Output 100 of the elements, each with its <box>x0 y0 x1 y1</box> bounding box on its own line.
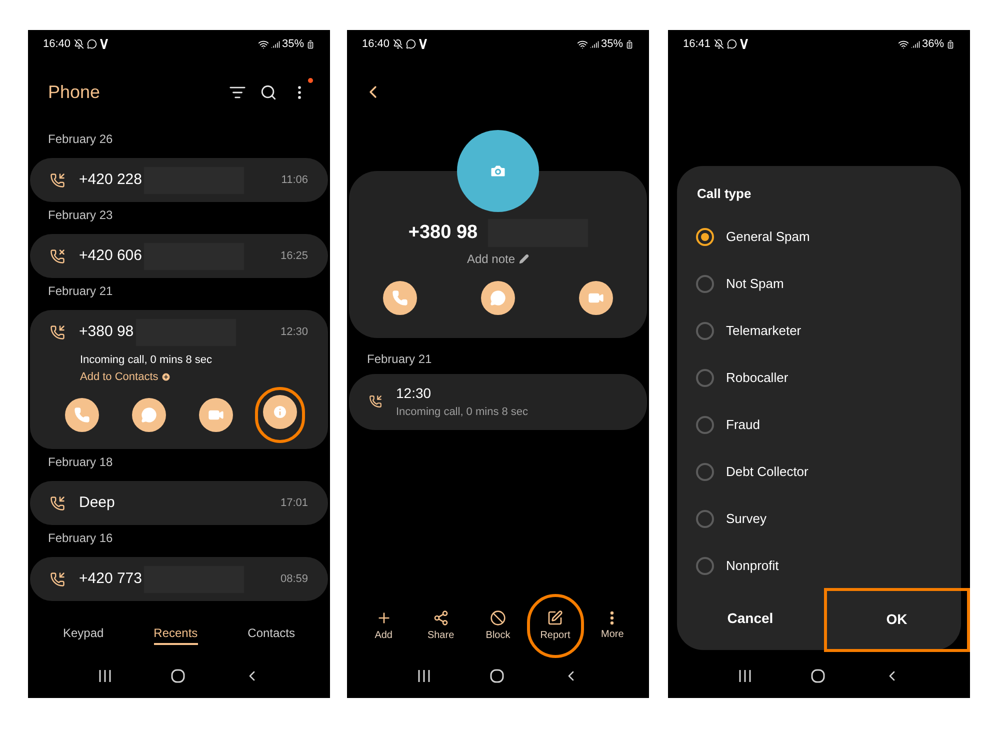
battery-level: 36% <box>922 36 944 52</box>
recent-apps-icon[interactable] <box>98 670 112 682</box>
call-detail: Incoming call, 0 mins 8 sec <box>396 404 528 420</box>
plus-icon <box>161 372 172 382</box>
caller-name: +420 606 <box>79 246 142 266</box>
home-icon[interactable] <box>170 669 185 683</box>
call-time: 16:25 <box>280 248 308 264</box>
recent-apps-icon[interactable] <box>738 670 752 682</box>
battery-level: 35% <box>600 36 623 52</box>
date-header: February 23 <box>47 207 114 224</box>
date-header: February 26 <box>47 131 114 148</box>
call-log-card[interactable]: +420 773 08:59 <box>30 557 328 601</box>
signal-icon <box>590 40 599 48</box>
radio-button[interactable] <box>696 275 714 293</box>
dialog-title: Call type <box>696 185 752 203</box>
call-button[interactable] <box>383 280 417 314</box>
app-icon <box>740 39 748 49</box>
chat-icon <box>726 39 737 49</box>
radio-button[interactable] <box>696 510 714 528</box>
date-header: February 21 <box>366 350 433 368</box>
radio-option[interactable]: Nonprofit <box>677 542 961 590</box>
date-header: February 18 <box>47 454 114 471</box>
share-button[interactable]: Share <box>412 594 470 658</box>
app-icon <box>100 39 108 49</box>
call-log-card[interactable]: Deep 17:01 <box>30 481 328 525</box>
call-time: 17:01 <box>280 496 308 511</box>
radio-option[interactable]: Survey <box>677 496 961 542</box>
phone-icon <box>74 407 90 423</box>
chat-icon <box>406 39 416 49</box>
mute-icon <box>714 39 724 49</box>
phone-icon <box>392 290 408 306</box>
tab[interactable]: Recents <box>154 624 198 644</box>
radio-button[interactable] <box>696 228 714 246</box>
radio-button[interactable] <box>696 322 714 340</box>
info-button[interactable] <box>262 395 296 429</box>
battery-level: 35% <box>282 36 304 52</box>
report-icon <box>547 610 564 626</box>
date-header: February 16 <box>47 530 114 547</box>
radio-button[interactable] <box>696 369 714 387</box>
radio-option[interactable]: Robocaller <box>677 354 961 402</box>
add-button[interactable]: Add <box>355 594 412 658</box>
radio-option[interactable]: Debt Collector <box>677 448 961 496</box>
caller-name: Deep <box>79 492 115 513</box>
chat-icon <box>86 39 97 49</box>
status-time: 16:40 <box>362 36 390 52</box>
info-icon <box>272 404 288 420</box>
battery-icon <box>946 40 955 48</box>
battery-icon <box>306 40 315 48</box>
more-button[interactable]: More <box>584 594 642 658</box>
dialog-button[interactable]: OK <box>824 588 970 652</box>
radio-button[interactable] <box>696 416 714 434</box>
share-icon <box>432 610 449 626</box>
radio-button[interactable] <box>696 557 714 575</box>
call-time: 08:59 <box>280 572 308 587</box>
wifi-icon <box>898 38 909 50</box>
video-button[interactable] <box>198 398 232 432</box>
radio-option[interactable]: Telemarketer <box>677 308 961 354</box>
message-button[interactable] <box>132 398 166 432</box>
more-icon <box>610 610 614 624</box>
video-button[interactable] <box>579 280 613 314</box>
wifi-icon <box>576 38 588 50</box>
call-log-card[interactable]: 12:30 Incoming call, 0 mins 8 sec <box>349 374 647 430</box>
status-time: 16:40 <box>43 36 71 52</box>
call-time: 12:30 <box>396 384 432 403</box>
chat-bubble-icon <box>140 407 156 423</box>
call-log-card[interactable]: +380 98 12:30 Incoming call, 0 mins 8 sec Add to Contacts <box>30 310 328 449</box>
add-to-contacts-link[interactable]: Add to Contacts <box>30 368 172 385</box>
radio-option[interactable]: Not Spam <box>677 260 961 308</box>
pencil-icon <box>519 254 530 264</box>
search-icon[interactable] <box>260 84 277 100</box>
tab[interactable]: Contacts <box>248 624 296 644</box>
chat-bubble-icon <box>490 290 506 306</box>
call-detail: Incoming call, 0 mins 8 sec <box>79 353 214 368</box>
block-icon <box>490 610 506 626</box>
block-button[interactable]: Block <box>469 594 527 658</box>
message-button[interactable] <box>481 280 515 314</box>
radio-option[interactable]: Fraud <box>677 402 961 448</box>
wifi-icon <box>258 38 269 50</box>
call-log-card[interactable]: +420 228 11:06 <box>30 158 328 202</box>
report-button[interactable]: Report <box>526 594 584 658</box>
dialog-button[interactable]: Cancel <box>677 588 824 650</box>
add-icon <box>376 610 392 626</box>
call-time: 12:30 <box>280 324 308 340</box>
call-button[interactable] <box>64 398 98 432</box>
status-time: 16:41 <box>683 36 711 52</box>
call-log-card[interactable]: +420 606 16:25 <box>30 234 328 278</box>
radio-button[interactable] <box>696 463 714 481</box>
recent-apps-icon[interactable] <box>416 670 431 682</box>
app-icon <box>418 39 427 49</box>
signal-icon <box>270 40 280 48</box>
home-icon[interactable] <box>490 669 504 683</box>
app-title: Phone <box>48 80 100 104</box>
add-note-button[interactable]: Add note <box>466 250 530 268</box>
call-time: 11:06 <box>281 172 308 188</box>
home-icon[interactable] <box>810 669 825 683</box>
caller-name: +420 228 <box>79 170 142 190</box>
tab[interactable]: Keypad <box>62 624 104 644</box>
radio-option[interactable]: General Spam <box>677 214 961 260</box>
mute-icon <box>74 39 84 49</box>
caller-name: +380 98 <box>79 322 134 342</box>
